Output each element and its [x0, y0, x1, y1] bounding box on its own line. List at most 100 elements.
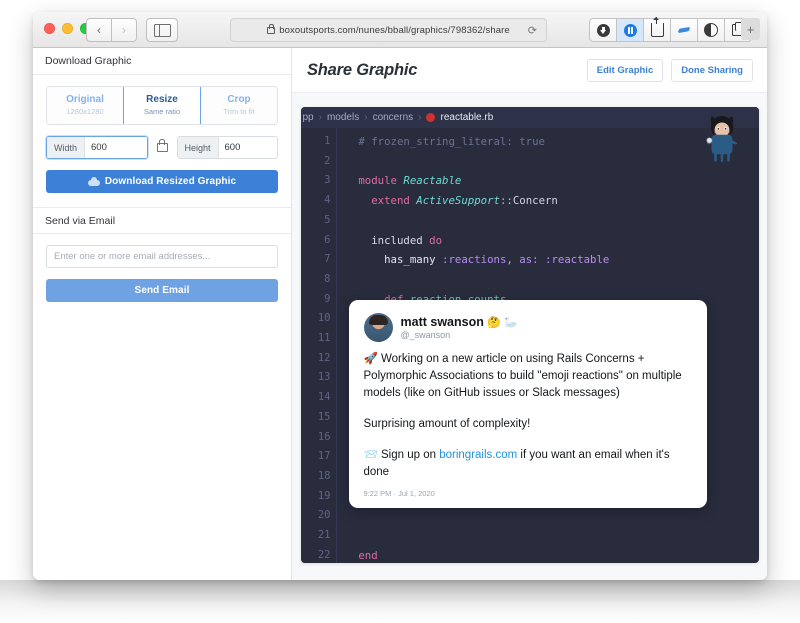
size-mode-original-sublabel: 1280x1280: [66, 107, 104, 116]
sidebar-toggle-button[interactable]: [146, 18, 178, 42]
tweet-paragraph-2: Surprising amount of complexity!: [363, 418, 531, 430]
size-mode-resize[interactable]: Resize Same ratio: [123, 87, 201, 124]
line-number: 10: [317, 312, 331, 325]
code-line-module: module Reactable: [358, 174, 462, 188]
share-button[interactable]: [644, 17, 671, 42]
line-number: 13: [317, 371, 331, 384]
tweet-display-name-text: matt swanson: [400, 314, 484, 329]
back-button[interactable]: ‹: [86, 18, 112, 42]
send-email-label: Send Email: [134, 285, 190, 296]
width-input[interactable]: 600: [85, 137, 147, 158]
edit-graphic-button[interactable]: Edit Graphic: [586, 58, 664, 82]
page-content: Download Graphic Original 1280x1280 Resi…: [33, 48, 767, 580]
line-number: 16: [317, 430, 331, 443]
line-number-gutter: 1 2 3 4 5 6 7 8 9 10 11 12 13 14 15 16 17 18 19 20 21 22: [300, 128, 337, 563]
breadcrumb-filename: reactable.rb: [440, 112, 494, 123]
browser-window: ‹ › boxoutsports.com/nunes/bball/graphic…: [33, 12, 767, 580]
close-window-button[interactable]: [44, 23, 55, 34]
width-field-group[interactable]: Width 600: [46, 136, 148, 159]
size-mode-resize-label: Resize: [146, 94, 178, 105]
size-mode-crop-sublabel: Trim to fit: [223, 107, 255, 116]
forward-button[interactable]: ›: [112, 18, 137, 42]
breadcrumb-item-0: pp: [302, 112, 314, 123]
code-line-end: end: [358, 548, 378, 562]
height-label: Height: [177, 137, 219, 158]
done-sharing-button[interactable]: Done Sharing: [671, 58, 753, 82]
breadcrumb-separator: ›: [418, 112, 422, 123]
browser-toolbar: ‹ › boxoutsports.com/nunes/bball/graphic…: [33, 12, 767, 48]
download-section-title: Download Graphic: [33, 48, 291, 75]
dark-mode-contrast-icon: [704, 23, 718, 37]
minimize-window-button[interactable]: [62, 23, 73, 34]
size-mode-crop[interactable]: Crop Trim to fit: [201, 87, 277, 124]
ruby-gem-icon: [426, 113, 436, 122]
share-graphic-header: Share Graphic Edit Graphic Done Sharing: [292, 48, 767, 93]
reader-mode-button[interactable]: [617, 18, 644, 42]
avatar: [363, 313, 393, 342]
line-number: 15: [317, 410, 331, 423]
tweet-paragraph-3-prefix: 📨 Sign up on: [363, 449, 440, 461]
email-section-title: Send via Email: [33, 207, 291, 234]
download-sidebar-body: Original 1280x1280 Resize Same ratio Cro…: [33, 75, 291, 302]
width-label: Width: [47, 137, 86, 158]
code-token-comment: # frozen_string_literal: true: [345, 135, 545, 148]
graphic-preview-area: pp › models › concerns › reactable.rb 1 2…: [292, 93, 767, 563]
line-number: 18: [317, 469, 331, 482]
extension-button[interactable]: [671, 18, 698, 42]
size-mode-crop-label: Crop: [227, 94, 251, 105]
graphic-breadcrumb: pp › models › concerns › reactable.rb: [300, 107, 759, 128]
download-resized-graphic-label: Download Resized Graphic: [104, 176, 237, 187]
breadcrumb-separator: ›: [318, 112, 322, 123]
line-number: 5: [324, 213, 331, 226]
dark-mode-button[interactable]: [698, 18, 725, 42]
email-input[interactable]: Enter one or more email addresses...: [46, 245, 278, 268]
line-number: 7: [324, 253, 331, 266]
size-mode-original-label: Original: [66, 94, 104, 105]
line-number: 20: [317, 509, 331, 522]
download-sidebar: Download Graphic Original 1280x1280 Resi…: [33, 48, 292, 580]
line-number: 11: [317, 332, 331, 345]
share-graphic-panel: Share Graphic Edit Graphic Done Sharing …: [292, 48, 767, 580]
tweet-name-emoji: 🤔 🦢: [487, 316, 518, 329]
address-bar-url: boxoutsports.com/nunes/bball/graphics/79…: [279, 24, 510, 36]
screenshot-root: ‹ › boxoutsports.com/nunes/bball/graphic…: [0, 0, 800, 623]
address-bar[interactable]: boxoutsports.com/nunes/bball/graphics/79…: [230, 18, 547, 42]
line-number: 1: [324, 135, 331, 147]
code-line-included: included do: [371, 233, 443, 247]
share-icon: [650, 17, 664, 37]
reader-mode-icon: [623, 23, 637, 37]
line-number: 2: [324, 154, 331, 167]
tweet-link[interactable]: boringrails.com: [439, 449, 517, 461]
cloud-download-icon: [87, 177, 100, 186]
github-octocat-icon: [705, 116, 737, 162]
window-traffic-lights: [44, 23, 91, 34]
reload-button[interactable]: ⟳: [528, 24, 537, 37]
line-number: 4: [324, 194, 331, 207]
download-resized-graphic-button[interactable]: Download Resized Graphic: [46, 170, 278, 193]
extension-bird-icon: [677, 25, 692, 36]
navigation-buttons: ‹ ›: [86, 18, 137, 42]
tweet-header: matt swanson 🤔 🦢 @_swanson: [363, 313, 692, 342]
tweet-handle: @_swanson: [400, 329, 451, 340]
code-line-extend: extend ActiveSupport::Concern: [371, 194, 558, 208]
code-line-hasmany: has_many :reactions, as: :reactable: [384, 253, 610, 267]
height-input[interactable]: 600: [218, 137, 277, 158]
tweet-identity: matt swanson 🤔 🦢 @_swanson: [401, 315, 518, 341]
dimensions-row: Width 600 Height 600: [46, 136, 278, 159]
download-button[interactable]: [589, 18, 617, 42]
sidebar-icon: [153, 23, 171, 37]
breadcrumb-separator: ›: [364, 112, 368, 123]
send-email-button[interactable]: Send Email: [46, 279, 278, 302]
size-mode-original[interactable]: Original 1280x1280: [47, 87, 123, 124]
lock-aspect-ratio-icon[interactable]: [156, 139, 168, 152]
tweet-paragraph-1: 🚀 Working on a new article on using Rail…: [363, 353, 682, 399]
new-tab-button[interactable]: +: [741, 18, 760, 40]
height-field-group[interactable]: Height 600: [176, 136, 278, 159]
line-number: 8: [324, 272, 331, 285]
size-mode-resize-sublabel: Same ratio: [143, 107, 181, 116]
line-number: 21: [317, 529, 331, 542]
